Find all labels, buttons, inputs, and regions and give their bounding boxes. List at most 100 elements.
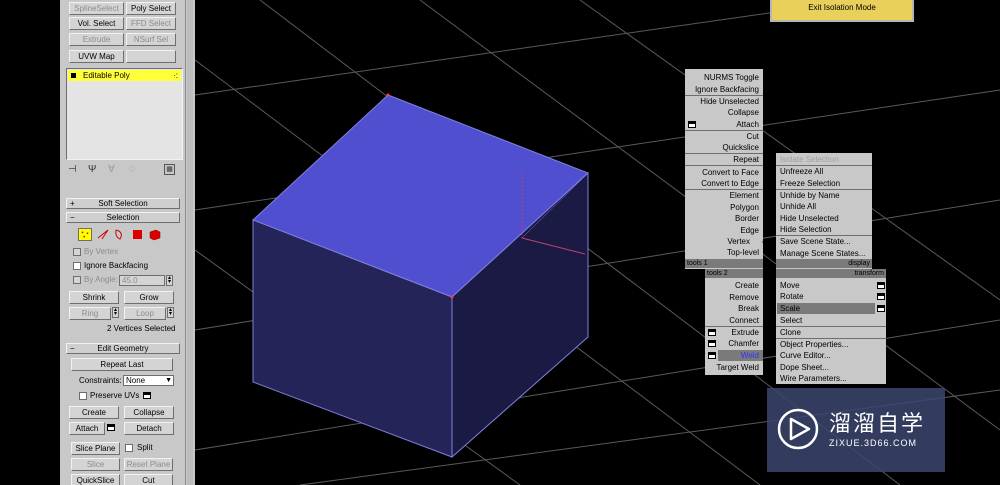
menu-manage-scene-states[interactable]: Manage Scene States... bbox=[780, 248, 865, 259]
menu-hide-unselected[interactable]: Hide Unselected bbox=[780, 213, 839, 224]
element-mode-icon[interactable] bbox=[148, 228, 162, 241]
ignore-backfacing-checkbox[interactable] bbox=[73, 262, 81, 270]
polygon-mode-icon[interactable] bbox=[131, 228, 145, 241]
menu-nurms-toggle[interactable]: NURMS Toggle bbox=[688, 72, 759, 83]
make-unique-icon[interactable]: ∀ bbox=[108, 164, 115, 175]
menu-cut[interactable]: Cut bbox=[688, 131, 759, 142]
menu-unhide-by-name[interactable]: Unhide by Name bbox=[780, 190, 840, 201]
vertex-mode-icon[interactable] bbox=[78, 228, 92, 241]
extrude-settings-icon[interactable] bbox=[708, 329, 716, 336]
grow-button[interactable]: Grow bbox=[124, 291, 174, 304]
by-vertex-checkbox[interactable] bbox=[73, 248, 81, 256]
constraints-dropdown[interactable]: None ▼ bbox=[123, 375, 174, 386]
angle-field[interactable]: 45.0 bbox=[119, 275, 165, 286]
menu-edge[interactable]: Edge bbox=[688, 225, 759, 236]
loop-spinner[interactable]: ▴ ▾ bbox=[167, 307, 174, 318]
remove-modifier-icon[interactable]: ♢ bbox=[128, 164, 137, 175]
menu-quickslice[interactable]: Quickslice bbox=[688, 142, 759, 153]
cut-button[interactable]: Cut bbox=[124, 474, 173, 485]
menu-collapse[interactable]: Collapse bbox=[688, 107, 759, 118]
empty-modifier-button[interactable] bbox=[126, 50, 176, 63]
menu-isolate-selection[interactable]: Isolate Selection bbox=[780, 154, 839, 165]
menu-vertex[interactable]: Vertex bbox=[688, 236, 750, 247]
shrink-button[interactable]: Shrink bbox=[69, 291, 119, 304]
menu-remove[interactable]: Remove bbox=[708, 292, 759, 303]
menu-attach[interactable]: Attach bbox=[688, 119, 759, 130]
reset-plane-button[interactable]: Reset Plane bbox=[124, 458, 173, 471]
exit-isolation-mode-button[interactable]: Exit Isolation Mode bbox=[770, 0, 914, 22]
edit-geometry-rollout[interactable]: − Edit Geometry bbox=[66, 343, 180, 354]
rotate-settings-icon[interactable] bbox=[877, 293, 885, 300]
border-mode-icon[interactable] bbox=[112, 228, 126, 241]
show-end-result-icon[interactable]: Ψ bbox=[88, 164, 96, 175]
menu-wire-parameters[interactable]: Wire Parameters... bbox=[780, 373, 847, 384]
menu-hide-selection[interactable]: Hide Selection bbox=[780, 224, 832, 235]
modifier-stack[interactable]: Editable Poly ·: bbox=[66, 68, 183, 160]
menu-select[interactable]: Select bbox=[780, 315, 802, 326]
preserve-uvs-settings-icon[interactable] bbox=[143, 392, 151, 399]
menu-freeze-selection[interactable]: Freeze Selection bbox=[780, 178, 840, 189]
menu-convert-to-edge[interactable]: Convert to Edge bbox=[688, 178, 759, 189]
menu-top-level[interactable]: Top-level bbox=[688, 247, 759, 258]
menu-clone[interactable]: Clone bbox=[780, 327, 801, 338]
ring-spinner[interactable]: ▴ ▾ bbox=[112, 307, 119, 318]
scale-settings-icon[interactable] bbox=[877, 305, 885, 312]
menu-ignore-backfacing[interactable]: Ignore Backfacing bbox=[688, 84, 759, 95]
collapse-button[interactable]: Collapse bbox=[124, 406, 174, 419]
menu-create[interactable]: Create bbox=[708, 280, 759, 291]
menu-repeat[interactable]: Repeat bbox=[688, 154, 759, 165]
by-angle-checkbox[interactable] bbox=[73, 276, 81, 284]
menu-move[interactable]: Move bbox=[780, 280, 800, 291]
menu-unhide-all[interactable]: Unhide All bbox=[780, 201, 816, 212]
menu-dope-sheet[interactable]: Dope Sheet... bbox=[780, 362, 829, 373]
menu-connect[interactable]: Connect bbox=[708, 315, 759, 326]
menu-rotate[interactable]: Rotate bbox=[780, 291, 804, 302]
menu-border[interactable]: Border bbox=[688, 213, 759, 224]
menu-curve-editor[interactable]: Curve Editor... bbox=[780, 350, 831, 361]
ring-button[interactable]: Ring bbox=[69, 307, 111, 320]
create-button[interactable]: Create bbox=[69, 406, 119, 419]
slice-plane-button[interactable]: Slice Plane bbox=[71, 442, 120, 455]
menu-target-weld[interactable]: Target Weld bbox=[708, 362, 759, 373]
menu-save-scene-state[interactable]: Save Scene State... bbox=[780, 236, 851, 247]
detach-button[interactable]: Detach bbox=[124, 422, 174, 435]
chamfer-settings-icon[interactable] bbox=[708, 340, 716, 347]
menu-scale[interactable]: Scale bbox=[777, 303, 875, 314]
menu-extrude[interactable]: Extrude bbox=[718, 327, 759, 338]
panel-scrollbar[interactable] bbox=[185, 0, 195, 485]
attach-settings-icon[interactable] bbox=[107, 424, 115, 431]
ffd-select-button[interactable]: FFD Select bbox=[126, 17, 176, 30]
preserve-uvs-checkbox[interactable] bbox=[79, 392, 87, 400]
loop-button[interactable]: Loop bbox=[124, 307, 166, 320]
split-checkbox[interactable] bbox=[125, 444, 133, 452]
selection-rollout[interactable]: − Selection bbox=[66, 212, 180, 223]
vol-select-button[interactable]: Vol. Select bbox=[69, 17, 124, 30]
quickslice-button[interactable]: QuickSlice bbox=[71, 474, 120, 485]
menu-convert-to-face[interactable]: Convert to Face bbox=[688, 167, 759, 178]
menu-weld[interactable]: Weld bbox=[718, 350, 763, 361]
configure-sets-icon[interactable]: ▦ bbox=[164, 164, 175, 175]
menu-object-properties[interactable]: Object Properties... bbox=[780, 339, 848, 350]
menu-polygon[interactable]: Polygon bbox=[688, 202, 759, 213]
extrude-modifier-button[interactable]: Extrude bbox=[69, 33, 124, 46]
weld-settings-icon[interactable] bbox=[708, 352, 716, 359]
attach-button[interactable]: Attach bbox=[69, 422, 105, 435]
angle-spinner[interactable]: ▴ ▾ bbox=[166, 275, 173, 286]
repeat-last-button[interactable]: Repeat Last bbox=[71, 358, 173, 371]
menu-unfreeze-all[interactable]: Unfreeze All bbox=[780, 166, 823, 177]
uvw-map-button[interactable]: UVW Map bbox=[69, 50, 124, 63]
edge-mode-icon[interactable] bbox=[96, 228, 110, 241]
stack-item-editable-poly[interactable]: Editable Poly ·: bbox=[68, 70, 181, 81]
menu-chamfer[interactable]: Chamfer bbox=[718, 338, 759, 349]
menu-break[interactable]: Break bbox=[708, 303, 759, 314]
soft-selection-rollout[interactable]: + Soft Selection bbox=[66, 198, 180, 209]
expand-icon[interactable] bbox=[71, 73, 76, 78]
poly-select-button[interactable]: Poly Select bbox=[126, 2, 176, 15]
splineselect-button[interactable]: SplineSelect bbox=[69, 2, 124, 15]
slice-button[interactable]: Slice bbox=[71, 458, 120, 471]
nsurf-sel-button[interactable]: NSurf Sel bbox=[126, 33, 176, 46]
pin-stack-icon[interactable]: ⊣ bbox=[68, 164, 77, 175]
menu-element[interactable]: Element bbox=[688, 190, 759, 201]
menu-hide-unselected-tools[interactable]: Hide Unselected bbox=[688, 96, 759, 107]
move-settings-icon[interactable] bbox=[877, 282, 885, 289]
